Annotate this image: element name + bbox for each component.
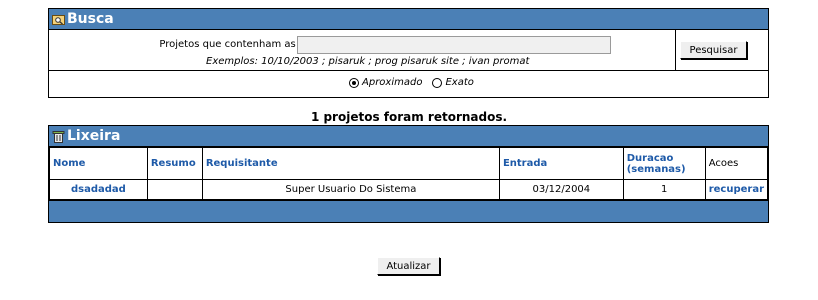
radio-exato-label: Exato xyxy=(445,77,474,88)
trash-icon xyxy=(52,130,65,143)
search-input-cell: Projetos que contenham as palavras: Exem… xyxy=(49,30,676,70)
trash-panel-header: Lixeira xyxy=(49,126,768,147)
trash-panel: Lixeira Nome Resumo Requisitante Entrada… xyxy=(48,125,769,223)
col-nome[interactable]: Nome xyxy=(49,147,148,180)
search-mode-row: Aproximado Exato xyxy=(49,71,768,97)
recover-link[interactable]: recuperar xyxy=(704,179,769,200)
row-resumo xyxy=(146,179,203,200)
col-requisitante[interactable]: Requisitante xyxy=(201,147,500,180)
search-panel-title: Busca xyxy=(67,10,114,27)
search-input-row: Projetos que contenham as palavras: Exem… xyxy=(49,30,768,71)
result-message: 1 projetos foram retornados. xyxy=(310,110,508,124)
radio-exato[interactable] xyxy=(432,77,443,88)
row-requisitante: Super Usuario Do Sistema xyxy=(201,179,500,200)
search-folder-icon xyxy=(52,14,65,25)
col-resumo[interactable]: Resumo xyxy=(146,147,203,180)
examples-hint: Exemplos: 10/10/2003 ; pisaruk ; prog pi… xyxy=(206,56,530,67)
radio-aproximado[interactable] xyxy=(349,77,359,88)
radio-aproximado-label: Aproximado xyxy=(362,77,423,88)
search-panel: Busca Projetos que contenham as palavras… xyxy=(48,8,769,98)
search-mode-radio-group: Aproximado Exato xyxy=(349,77,484,88)
table-header-row: Nome Resumo Requisitante Entrada Duracao… xyxy=(49,147,769,180)
row-nome[interactable]: dsadadad xyxy=(49,179,148,200)
col-entrada[interactable]: Entrada xyxy=(498,147,624,180)
words-input[interactable] xyxy=(297,36,611,54)
trash-panel-title: Lixeira xyxy=(67,127,121,144)
col-acoes: Acoes xyxy=(704,147,769,180)
refresh-button[interactable]: Atualizar xyxy=(377,257,440,275)
search-panel-header: Busca xyxy=(49,9,768,30)
search-button[interactable]: Pesquisar xyxy=(680,41,747,59)
trash-panel-footer xyxy=(49,200,768,222)
row-duracao: 1 xyxy=(622,179,706,200)
row-entrada: 03/12/2004 xyxy=(498,179,624,200)
col-duracao[interactable]: Duracao (semanas) xyxy=(622,147,706,180)
table-row: dsadadad Super Usuario Do Sistema 03/12/… xyxy=(49,179,769,200)
trash-table: Nome Resumo Requisitante Entrada Duracao… xyxy=(49,147,769,200)
